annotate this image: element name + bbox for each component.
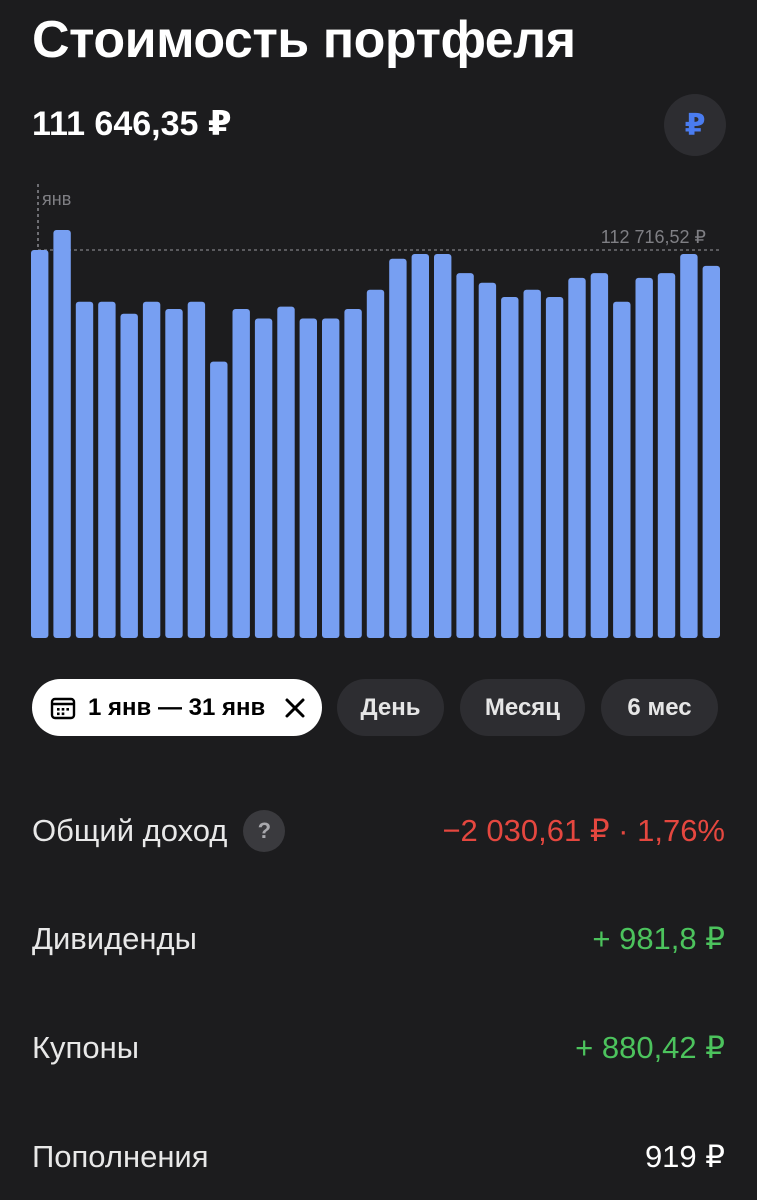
coupons-label: Купоны xyxy=(32,1030,139,1065)
chart-bar-17[interactable] xyxy=(389,258,407,638)
chart-bar-4[interactable] xyxy=(98,301,116,638)
close-icon[interactable] xyxy=(284,697,306,719)
chart-bar-3[interactable] xyxy=(75,301,94,638)
deposits-value: 919 ₽ xyxy=(644,1139,725,1174)
coupons-row[interactable]: Купоны + 880,42 ₽ xyxy=(32,1023,725,1073)
chart-bar-5[interactable] xyxy=(120,313,138,638)
chart-bar-10[interactable] xyxy=(232,309,250,638)
dividends-row[interactable]: Дивиденды + 981,8 ₽ xyxy=(32,914,725,964)
chart-bar-19[interactable] xyxy=(434,254,452,638)
total-income-label: Общий доход xyxy=(32,813,228,848)
currency-button[interactable]: ₽ xyxy=(664,94,726,156)
total-income-label-wrap: Общий доход ? xyxy=(32,810,286,852)
total-income-value: −2 030,61 ₽ · 1,76% xyxy=(442,813,725,848)
dividends-value: + 981,8 ₽ xyxy=(592,921,725,956)
chart-bar-24[interactable] xyxy=(545,297,564,638)
calendar-icon xyxy=(50,697,76,719)
chart-bar-22[interactable] xyxy=(501,297,519,638)
chart-bar-9[interactable] xyxy=(210,361,228,638)
chart-bar-2[interactable] xyxy=(53,230,71,638)
chart-bar-21[interactable] xyxy=(478,282,497,638)
date-range-label: 1 янв — 31 янв xyxy=(88,693,266,721)
chart-bar-25[interactable] xyxy=(568,277,586,638)
portfolio-total-value: 111 646,35 ₽ xyxy=(32,105,232,143)
deposits-row[interactable]: Пополнения 919 ₽ xyxy=(32,1132,725,1182)
deposits-label: Пополнения xyxy=(32,1139,209,1174)
chart-bar-16[interactable] xyxy=(366,289,385,638)
dividends-label: Дивиденды xyxy=(32,921,197,956)
chart-bar-11[interactable] xyxy=(254,318,273,639)
chart-bar-23[interactable] xyxy=(523,289,541,638)
max-value-label: 112 716,52 ₽ xyxy=(601,227,706,247)
chart-bar-18[interactable] xyxy=(411,254,429,638)
page-title: Стоимость портфеля xyxy=(32,11,576,69)
chart-bar-26[interactable] xyxy=(590,273,609,638)
chart-bar-29[interactable] xyxy=(657,273,676,638)
chart-bar-28[interactable] xyxy=(635,277,653,638)
chart-bar-8[interactable] xyxy=(187,301,206,638)
month-label: янв xyxy=(42,189,71,209)
ruble-icon: ₽ xyxy=(684,108,706,142)
date-range-filter[interactable]: 1 янв — 31 янв xyxy=(32,679,322,736)
chart-bar-7[interactable] xyxy=(165,309,183,638)
chart-bar-31[interactable] xyxy=(702,265,720,638)
help-icon[interactable]: ? xyxy=(243,810,286,852)
chart-bar-15[interactable] xyxy=(344,309,362,638)
chart-bar-1[interactable] xyxy=(31,250,49,638)
chart-bar-13[interactable] xyxy=(299,318,317,639)
day-filter-button[interactable]: День xyxy=(337,679,444,736)
coupons-value: + 880,42 ₽ xyxy=(575,1030,725,1065)
chart-bar-20[interactable] xyxy=(456,273,474,638)
chart-bar-30[interactable] xyxy=(680,254,698,638)
month-filter-button[interactable]: Месяц xyxy=(460,679,585,736)
chart-bar-6[interactable] xyxy=(142,301,161,638)
portfolio-value-chart[interactable]: янв 112 716,52 ₽ xyxy=(0,176,757,646)
chart-bars xyxy=(31,230,720,638)
chart-bar-27[interactable] xyxy=(613,301,631,638)
six-months-filter-button[interactable]: 6 мес xyxy=(601,679,718,736)
chart-bar-12[interactable] xyxy=(277,306,295,638)
total-income-row[interactable]: Общий доход ? −2 030,61 ₽ · 1,76% xyxy=(32,806,725,856)
chart-bar-14[interactable] xyxy=(322,318,340,639)
